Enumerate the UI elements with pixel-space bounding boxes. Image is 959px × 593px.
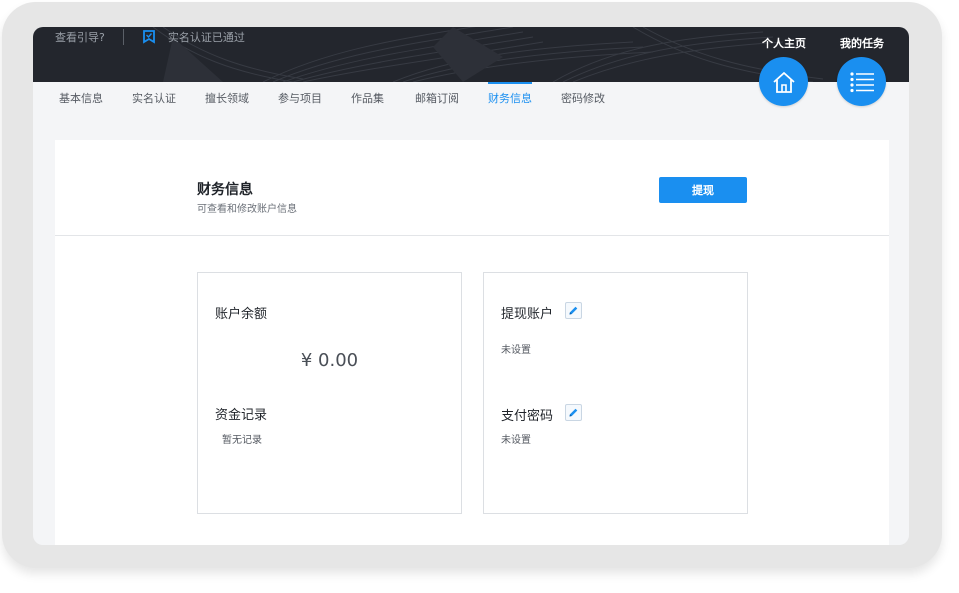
tab-portfolio[interactable]: 作品集 xyxy=(351,82,384,122)
page-title: 财务信息 xyxy=(197,182,253,198)
finance-panel: 财务信息 可查看和修改账户信息 提现 账户余额 ¥ 0.00 资金记录 暂无记录… xyxy=(55,140,889,545)
tab-email-subscription[interactable]: 邮箱订阅 xyxy=(415,82,459,122)
pay-password-value: 未设置 xyxy=(501,435,531,446)
profile-tabs: 基本信息 实名认证 擅长领域 参与项目 作品集 邮箱订阅 财务信息 密码修改 xyxy=(33,82,909,122)
tab-finance[interactable]: 财务信息 xyxy=(488,82,532,122)
withdraw-button[interactable]: 提现 xyxy=(659,177,747,203)
edit-withdraw-account-button[interactable] xyxy=(565,302,582,319)
help-link[interactable]: 查看引导? xyxy=(55,29,105,45)
tab-expertise[interactable]: 擅长领域 xyxy=(205,82,249,122)
withdraw-account-label: 提现账户 xyxy=(501,307,554,322)
app-screen: 查看引导? 实名认证已通过 个人主页 我的任务 基本信息 实名认证 擅长领域 参… xyxy=(33,27,909,545)
banner-status-bar: 查看引导? 实名认证已通过 xyxy=(55,27,245,47)
separator xyxy=(122,29,124,45)
records-empty-text: 暂无记录 xyxy=(222,435,262,446)
divider xyxy=(55,235,889,236)
pencil-icon xyxy=(569,306,578,315)
home-label[interactable]: 个人主页 xyxy=(762,35,806,51)
verified-status-text: 实名认证已通过 xyxy=(167,31,245,44)
balance-value: ¥ 0.00 xyxy=(300,350,359,371)
pencil-icon xyxy=(569,408,578,417)
tab-projects[interactable]: 参与项目 xyxy=(278,82,322,122)
verified-badge-icon xyxy=(142,30,155,44)
balance-card: 账户余额 ¥ 0.00 资金记录 暂无记录 xyxy=(197,272,462,514)
tab-basic-info[interactable]: 基本信息 xyxy=(59,82,103,122)
tab-password[interactable]: 密码修改 xyxy=(561,82,605,122)
tab-real-name[interactable]: 实名认证 xyxy=(132,82,176,122)
device-frame: 查看引导? 实名认证已通过 个人主页 我的任务 基本信息 实名认证 擅长领域 参… xyxy=(2,2,942,568)
withdraw-account-value: 未设置 xyxy=(501,345,531,356)
account-card: 提现账户 未设置 支付密码 未设置 xyxy=(483,272,748,514)
page-subtitle: 可查看和修改账户信息 xyxy=(197,204,297,215)
pay-password-label: 支付密码 xyxy=(501,409,554,424)
tasks-label[interactable]: 我的任务 xyxy=(840,35,884,51)
edit-pay-password-button[interactable] xyxy=(565,404,582,421)
balance-label: 账户余额 xyxy=(215,307,268,322)
records-label: 资金记录 xyxy=(215,408,268,423)
